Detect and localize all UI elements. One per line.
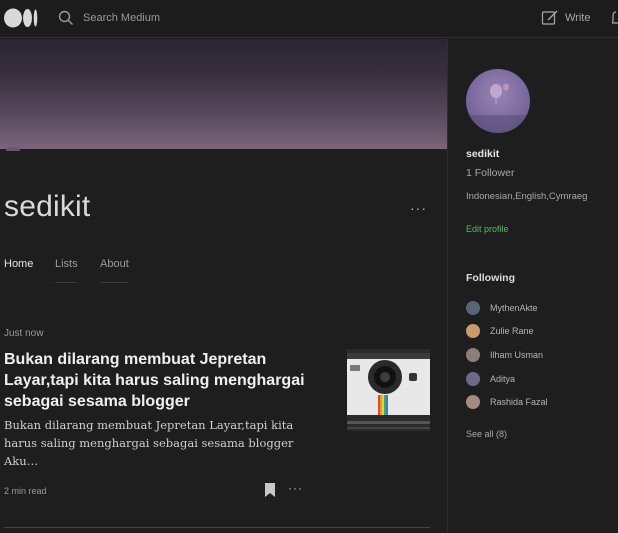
post-read-time: 2 min read [4, 486, 47, 496]
profile-name: sedikit [4, 190, 91, 223]
search-input[interactable]: Search Medium [83, 12, 160, 24]
following-name: MythenAkte [490, 303, 538, 313]
avatar [466, 324, 480, 338]
notifications-icon[interactable] [612, 11, 618, 25]
profile-bio: Indonesian,English,Cymraeg [466, 191, 588, 202]
following-heading: Following [466, 272, 515, 284]
avatar [466, 372, 480, 386]
post-title[interactable]: Bukan dilarang membuat Jepretan Layar,ta… [4, 349, 324, 412]
following-name: Aditya [490, 374, 516, 384]
top-navbar: Search Medium Write [0, 0, 618, 38]
tab-home[interactable]: Home [4, 258, 33, 270]
see-all-following-link[interactable]: See all (8) [466, 429, 507, 439]
avatar [466, 395, 480, 409]
medium-logo-icon[interactable] [4, 8, 38, 28]
post-thumbnail[interactable] [347, 349, 430, 431]
post-timestamp: Just now [4, 328, 44, 339]
bookmark-icon[interactable] [264, 483, 276, 497]
tab-about-underline [100, 282, 128, 283]
tab-about[interactable]: About [100, 258, 129, 270]
profile-avatar[interactable] [466, 69, 530, 133]
follower-count[interactable]: 1 Follower [466, 167, 514, 179]
following-name: Zulie Rane [490, 326, 534, 336]
following-name: Ilham Usman [490, 350, 544, 360]
avatar [466, 348, 480, 362]
avatar [466, 301, 480, 315]
write-icon[interactable] [541, 9, 559, 27]
profile-more-button[interactable]: ··· [410, 200, 427, 216]
tab-lists-underline [55, 282, 77, 283]
sidebar-divider [447, 39, 448, 533]
search-icon[interactable] [58, 10, 74, 26]
post-divider [4, 527, 430, 528]
tab-lists[interactable]: Lists [55, 258, 78, 270]
profile-banner [0, 39, 447, 149]
banner-avatar-edge [6, 147, 20, 151]
write-button[interactable]: Write [565, 12, 590, 24]
sidebar-profile-name[interactable]: sedikit [466, 148, 499, 160]
post-more-button[interactable]: ··· [288, 481, 303, 495]
post-excerpt[interactable]: Bukan dilarang membuat Jepretan Layar,ta… [4, 416, 324, 470]
edit-profile-link[interactable]: Edit profile [466, 224, 509, 234]
avatar-balloon-image [466, 83, 530, 133]
following-name: Rashida Fazal [490, 397, 548, 407]
